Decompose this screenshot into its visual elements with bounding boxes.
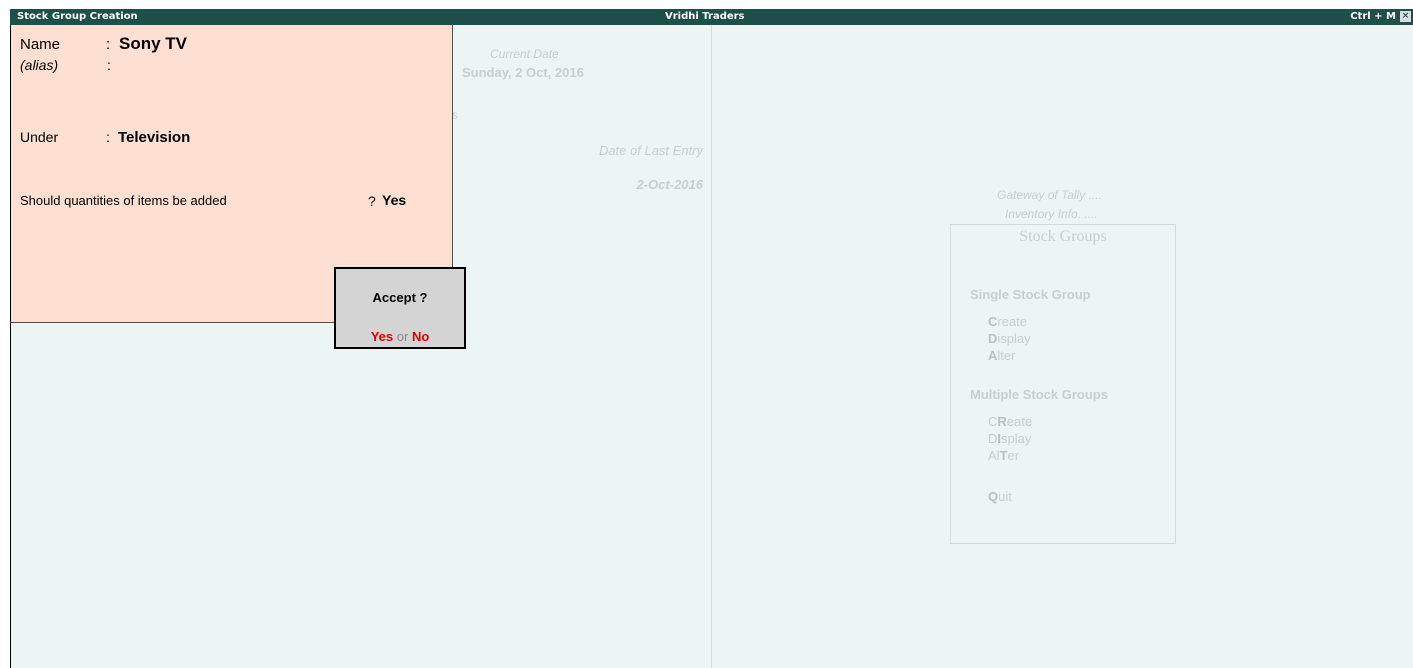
gateway-breadcrumb: Gateway of Tally .... <box>997 188 1102 202</box>
last-entry-label: Date of Last Entry <box>598 143 703 158</box>
accept-options: Yes or No <box>336 329 464 344</box>
alias-label: (alias) <box>20 57 59 73</box>
close-icon[interactable]: × <box>1400 11 1411 22</box>
name-field[interactable]: Sony TV <box>119 34 187 54</box>
accept-no-button[interactable]: No <box>412 329 429 344</box>
accept-dialog: Accept ? Yes or No <box>334 267 466 349</box>
company-name: Vridhi Traders <box>665 11 745 22</box>
stock-group-form: Name : Sony TV (alias) : Under : Televis… <box>10 25 466 349</box>
current-date-label: Current Date <box>490 47 559 61</box>
title-bar: Stock Group Creation Vridhi Traders Ctrl… <box>10 9 1413 25</box>
single-stock-group-heading: Single Stock Group <box>970 287 1091 302</box>
under-label: Under <box>20 129 59 145</box>
menu-item-multi-alter[interactable]: AlTer <box>988 448 1019 463</box>
menu-title: Stock Groups <box>1019 228 1107 245</box>
multiple-stock-groups-heading: Multiple Stock Groups <box>970 387 1108 402</box>
menu-item-quit[interactable]: Quit <box>988 489 1012 504</box>
menu-item-display[interactable]: Display <box>988 331 1031 346</box>
menu-item-create[interactable]: Create <box>988 314 1027 329</box>
question-mark: ? <box>368 193 376 209</box>
menu-item-multi-display[interactable]: DIsplay <box>988 431 1031 446</box>
accept-yes-button[interactable]: Yes <box>371 329 393 344</box>
alias-colon: : <box>107 57 111 73</box>
accept-or-text: or <box>396 329 409 344</box>
menu-item-alter[interactable]: Alter <box>988 348 1015 363</box>
last-entry-date: 2-Oct-2016 <box>636 177 703 192</box>
name-colon: : <box>106 36 111 53</box>
add-quantities-label: Should quantities of items be added <box>20 193 227 208</box>
under-colon: : <box>106 129 110 145</box>
panel-divider <box>711 25 712 668</box>
menu-item-multi-create[interactable]: CReate <box>988 414 1032 429</box>
name-label: Name <box>20 36 61 53</box>
accept-title: Accept ? <box>372 290 428 305</box>
current-date: Sunday, 2 Oct, 2016 <box>462 65 584 80</box>
shortcut-hint: Ctrl + M <box>1350 11 1396 22</box>
screen-title: Stock Group Creation <box>17 11 138 22</box>
inventory-info-breadcrumb: Inventory Info. .... <box>1005 207 1098 221</box>
add-quantities-field[interactable]: Yes <box>382 192 406 208</box>
stock-groups-menu: Stock Groups Single Stock Group Create D… <box>950 224 1176 544</box>
under-field[interactable]: Television <box>118 129 190 146</box>
